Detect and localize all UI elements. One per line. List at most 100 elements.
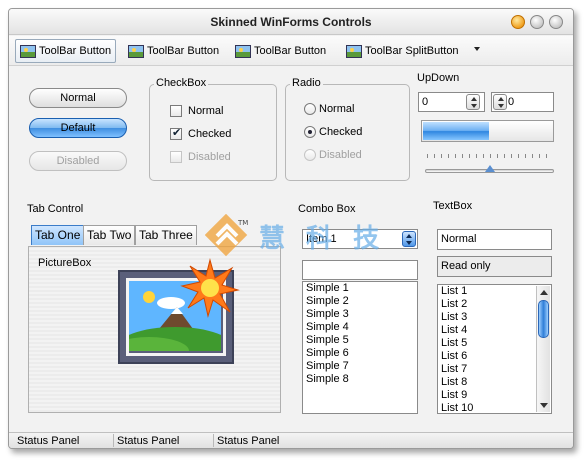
- default-button[interactable]: Default: [29, 118, 127, 138]
- scroll-down-icon[interactable]: [540, 403, 548, 408]
- list-item[interactable]: Simple 4: [303, 321, 417, 334]
- toolbar-button-label: ToolBar Button: [39, 45, 112, 57]
- window-title: Skinned WinForms Controls: [210, 15, 372, 29]
- list-item[interactable]: Simple 1: [303, 282, 417, 295]
- radio-group: Radio Normal Checked Disabled: [285, 77, 410, 181]
- tab-control-title: Tab Control: [27, 203, 84, 215]
- checkbox-checked[interactable]: Checked: [170, 126, 232, 140]
- vertical-scrollbar[interactable]: [536, 286, 550, 412]
- toolbar-button-2[interactable]: ToolBar Button: [124, 39, 223, 63]
- tab-two[interactable]: Tab Two: [83, 225, 136, 245]
- picture-icon: [235, 44, 251, 58]
- list-item[interactable]: List 9: [438, 389, 551, 402]
- progress-fill: [423, 122, 489, 140]
- list-item[interactable]: List 10: [438, 402, 551, 413]
- title-bar[interactable]: Skinned WinForms Controls: [9, 9, 573, 35]
- maximize-button[interactable]: [530, 15, 544, 29]
- combo-edit[interactable]: [302, 260, 418, 280]
- list-item[interactable]: Simple 6: [303, 347, 417, 360]
- checkbox-normal[interactable]: Normal: [170, 105, 223, 117]
- tab-one[interactable]: Tab One: [31, 225, 85, 245]
- picture-icon: [346, 44, 362, 58]
- svg-text:TM: TM: [237, 219, 248, 227]
- updown-title: UpDown: [417, 72, 460, 84]
- tab-three[interactable]: Tab Three: [135, 225, 197, 245]
- scroll-thumb[interactable]: [538, 300, 549, 338]
- list-item[interactable]: List 1: [438, 285, 551, 298]
- textbox-list[interactable]: List 1 List 2 List 3 List 4 List 5 List …: [437, 284, 552, 414]
- radio-button: [304, 149, 316, 161]
- checkbox-label: Normal: [188, 105, 224, 117]
- group-label: CheckBox: [154, 77, 209, 89]
- checkbox-label: Disabled: [188, 151, 231, 163]
- checkbox-label: Checked: [188, 128, 232, 140]
- radio-disabled: Disabled: [304, 149, 362, 161]
- picturebox-label: PictureBox: [38, 257, 92, 269]
- updown-value: 0: [508, 96, 515, 108]
- slider-thumb[interactable]: [484, 165, 495, 172]
- combo-dropdown-icon[interactable]: [402, 231, 416, 247]
- list-item[interactable]: Simple 8: [303, 373, 417, 386]
- checkbox-disabled: Disabled: [170, 151, 231, 163]
- toolbar-split-button[interactable]: ToolBar SplitButton: [342, 39, 463, 63]
- list-item[interactable]: Simple 3: [303, 308, 417, 321]
- list-item[interactable]: Simple 7: [303, 360, 417, 373]
- toolbar-button-1[interactable]: ToolBar Button: [15, 39, 117, 63]
- list-item[interactable]: List 3: [438, 311, 551, 324]
- radio-label: Checked: [319, 126, 363, 138]
- updown-input-1[interactable]: 0: [418, 92, 485, 112]
- scroll-up-icon[interactable]: [540, 290, 548, 295]
- watermark: TM 慧 科 技: [205, 214, 395, 262]
- tab-strip: Tab One Tab Two Tab Three: [31, 225, 201, 247]
- radio-checked[interactable]: Checked: [304, 126, 362, 138]
- starburst-icon: [180, 258, 240, 318]
- status-panel-2: Status Panel: [117, 435, 180, 447]
- toolbar-button-label: ToolBar Button: [254, 45, 327, 57]
- radio-label: Disabled: [319, 149, 362, 161]
- checkbox-box[interactable]: [170, 126, 182, 140]
- spin-arrows-icon[interactable]: [466, 94, 480, 110]
- progress-bar: [421, 120, 554, 142]
- normal-button[interactable]: Normal: [29, 88, 127, 108]
- updown-input-2[interactable]: 0: [491, 92, 554, 112]
- radio-normal[interactable]: Normal: [304, 103, 354, 115]
- toolbar-button-label: ToolBar SplitButton: [365, 45, 459, 57]
- checkbox-box: [170, 151, 182, 163]
- list-item[interactable]: Simple 2: [303, 295, 417, 308]
- watermark-logo-icon: TM: [205, 214, 248, 257]
- spin-arrows-icon[interactable]: [493, 94, 507, 110]
- radio-label: Normal: [319, 103, 355, 115]
- checkbox-box[interactable]: [170, 105, 182, 117]
- checkbox-group: CheckBox Normal Checked Disabled: [149, 77, 277, 181]
- chevron-down-icon[interactable]: [474, 47, 480, 51]
- group-label: Radio: [290, 77, 323, 89]
- status-panel-3: Status Panel: [217, 435, 280, 447]
- list-item[interactable]: List 7: [438, 363, 551, 376]
- picture-icon: [20, 44, 36, 58]
- toolbar-button-label: ToolBar Button: [147, 45, 220, 57]
- toolbar-button-3[interactable]: ToolBar Button: [231, 39, 330, 63]
- radio-button[interactable]: [304, 103, 316, 115]
- list-item[interactable]: Simple 5: [303, 334, 417, 347]
- textbox-readonly: Read only: [437, 256, 552, 277]
- radio-button[interactable]: [304, 126, 316, 138]
- main-window: Skinned WinForms Controls ToolBar Button…: [8, 8, 574, 449]
- toolbar: ToolBar Button ToolBar Button ToolBar Bu…: [9, 36, 573, 66]
- list-item[interactable]: List 4: [438, 324, 551, 337]
- status-divider: [113, 434, 114, 447]
- tab-panel: PictureBox: [28, 246, 281, 413]
- list-item[interactable]: List 8: [438, 376, 551, 389]
- updown-value: 0: [422, 96, 429, 108]
- status-divider: [213, 434, 214, 447]
- watermark-text: 慧 科 技: [259, 224, 386, 254]
- list-item[interactable]: List 2: [438, 298, 551, 311]
- list-item[interactable]: List 6: [438, 350, 551, 363]
- status-panel-1: Status Panel: [17, 435, 80, 447]
- list-item[interactable]: List 5: [438, 337, 551, 350]
- disabled-button: Disabled: [29, 151, 127, 171]
- minimize-button[interactable]: [511, 15, 525, 29]
- simple-list[interactable]: Simple 1 Simple 2 Simple 3 Simple 4 Simp…: [302, 281, 418, 414]
- close-button[interactable]: [549, 15, 563, 29]
- picture-icon: [128, 44, 144, 58]
- textbox-normal[interactable]: Normal: [437, 229, 552, 250]
